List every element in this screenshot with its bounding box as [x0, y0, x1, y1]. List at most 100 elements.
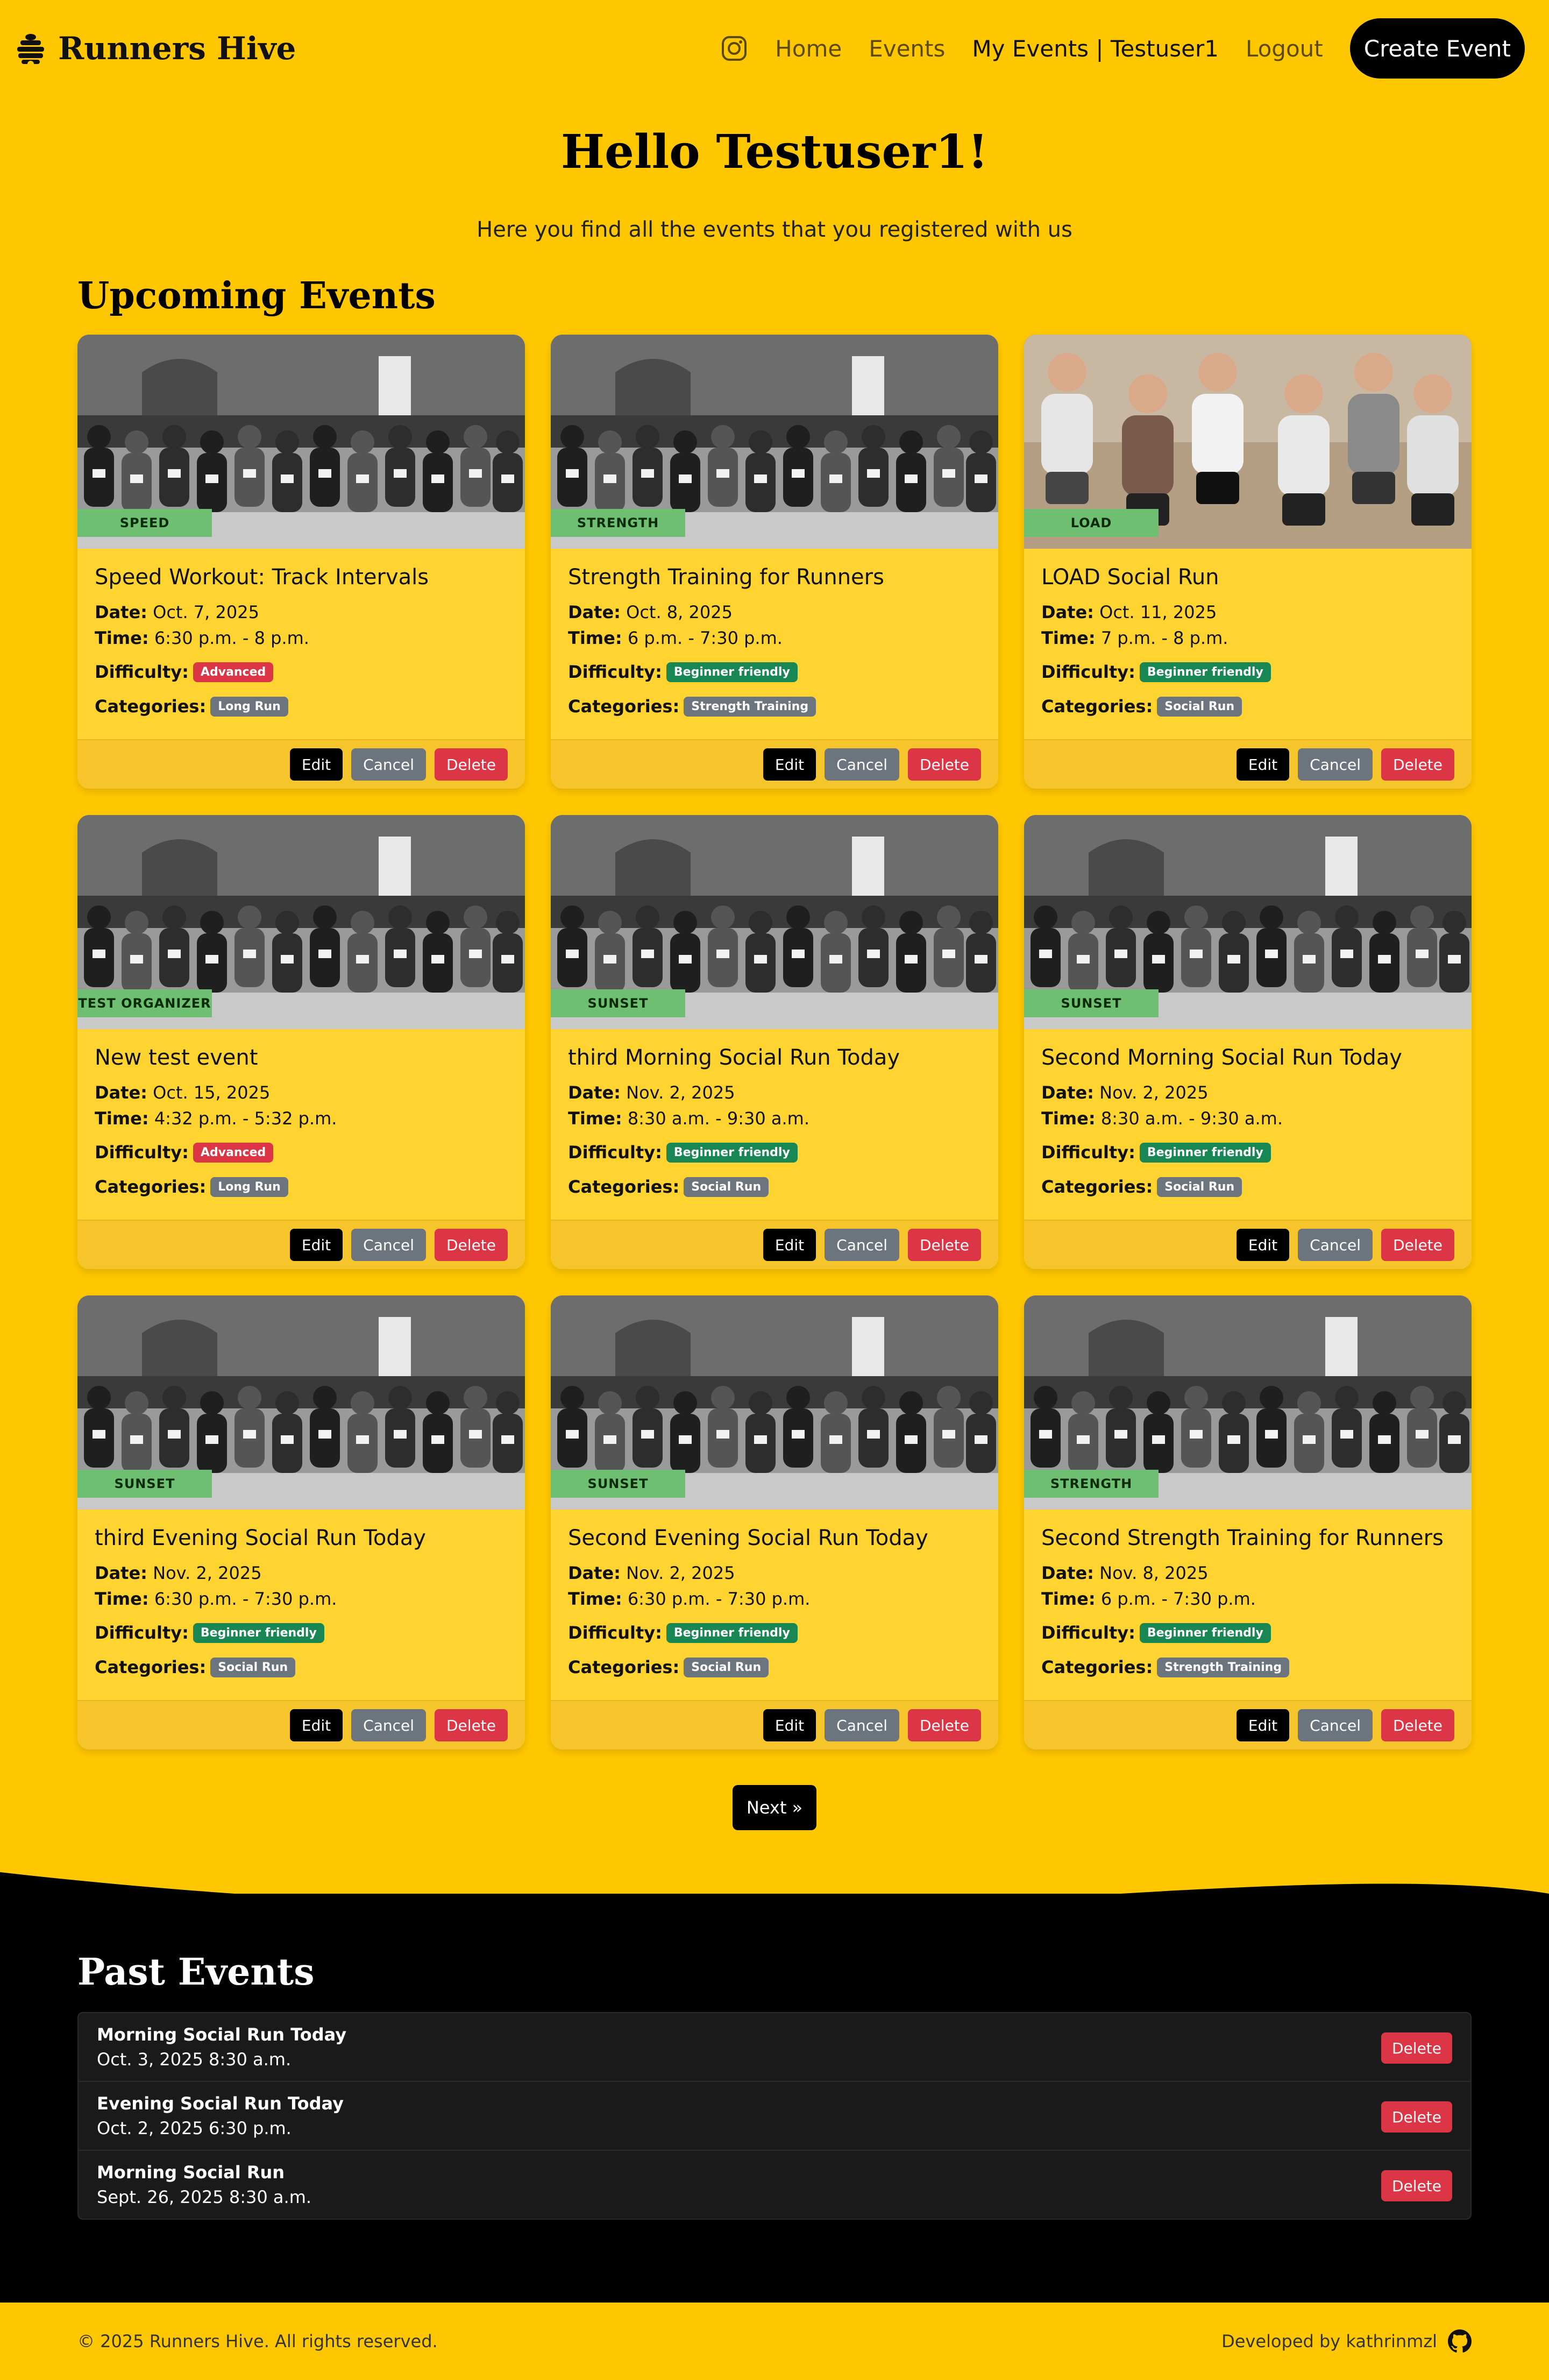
event-organizer-tag: SPEED [77, 509, 212, 537]
instagram-icon[interactable] [720, 34, 748, 62]
delete-button[interactable]: Delete [908, 1709, 981, 1741]
nav-my-events-link[interactable]: My Events | Testuser1 [972, 36, 1219, 62]
event-title[interactable]: Second Morning Social Run Today [1041, 1045, 1454, 1070]
footer-developer[interactable]: Developed by kathrinmzl [1221, 2331, 1437, 2351]
delete-button[interactable]: Delete [908, 748, 981, 781]
delete-button[interactable]: Delete [908, 1229, 981, 1261]
time-label: Time: [1041, 1108, 1096, 1129]
event-title[interactable]: third Evening Social Run Today [95, 1526, 508, 1550]
event-difficulty: Difficulty: Beginner friendly [568, 1619, 981, 1646]
event-card[interactable]: TEST ORGANIZER New test event Date: Oct. 1… [77, 815, 525, 1269]
difficulty-label: Difficulty: [1041, 1142, 1135, 1163]
event-categories: Categories: Strength Training [568, 693, 981, 720]
edit-button[interactable]: Edit [289, 1229, 343, 1261]
event-difficulty: Difficulty: Beginner friendly [568, 1139, 981, 1166]
nav-logout-link[interactable]: Logout [1246, 36, 1323, 62]
delete-button[interactable]: Delete [435, 748, 508, 781]
event-card[interactable]: STRENGTH Strength Training for Runners Dat… [551, 335, 998, 789]
date-value: Nov. 2, 2025 [626, 1082, 735, 1103]
delete-button[interactable]: Delete [1381, 748, 1454, 781]
event-title[interactable]: Strength Training for Runners [568, 565, 981, 590]
event-card[interactable]: SUNSET Second Morning Social Run Today Dat… [1024, 815, 1472, 1269]
edit-button[interactable]: Edit [763, 1709, 816, 1741]
delete-button[interactable]: Delete [435, 1709, 508, 1741]
edit-button[interactable]: Edit [1236, 1229, 1290, 1261]
event-card-body: third Evening Social Run Today Date: Nov.… [95, 1526, 508, 1681]
difficulty-label: Difficulty: [95, 662, 189, 682]
cancel-button[interactable]: Cancel [1298, 748, 1373, 781]
event-card[interactable]: SUNSET Second Evening Social Run Today Dat… [551, 1295, 998, 1749]
page-title: Hello Testuser1! [560, 125, 989, 179]
difficulty-badge: Advanced [193, 662, 274, 682]
edit-button[interactable]: Edit [289, 748, 343, 781]
brand[interactable]: Runners Hive [13, 30, 296, 67]
cancel-button[interactable]: Cancel [1298, 1229, 1373, 1261]
event-categories: Categories: Social Run [568, 1654, 981, 1681]
event-card-actions: Edit Cancel Delete [1024, 739, 1472, 789]
edit-button[interactable]: Edit [1236, 748, 1290, 781]
event-image-wrapper: STRENGTH [1024, 1295, 1472, 1510]
date-label: Date: [568, 602, 621, 622]
cancel-button[interactable]: Cancel [825, 1709, 899, 1741]
difficulty-label: Difficulty: [568, 662, 662, 682]
event-card-actions: Edit Cancel Delete [551, 1220, 998, 1269]
difficulty-label: Difficulty: [568, 1142, 662, 1163]
event-title[interactable]: Second Evening Social Run Today [568, 1526, 981, 1550]
event-title[interactable]: third Morning Social Run Today [568, 1045, 981, 1070]
cancel-button[interactable]: Cancel [825, 748, 899, 781]
difficulty-badge: Beginner friendly [193, 1623, 324, 1643]
past-events-heading: Past Events [77, 1951, 315, 1994]
nav-events-link[interactable]: Events [869, 36, 945, 62]
event-time: Time: 6:30 p.m. - 8 p.m. [95, 625, 508, 651]
delete-button[interactable]: Delete [1381, 1229, 1454, 1261]
difficulty-badge: Beginner friendly [666, 1142, 798, 1163]
create-event-button[interactable]: Create Event [1349, 18, 1525, 79]
event-card[interactable]: LOAD LOAD Social Run Date: Oct. 11, 2025 Ti… [1024, 335, 1472, 789]
github-icon[interactable] [1448, 2329, 1472, 2353]
category-badge: Social Run [684, 1177, 769, 1197]
event-card-actions: Edit Cancel Delete [77, 1220, 525, 1269]
edit-button[interactable]: Edit [1236, 1709, 1290, 1741]
event-card[interactable]: SUNSET third Evening Social Run Today Date… [77, 1295, 525, 1749]
date-label: Date: [95, 602, 147, 622]
event-difficulty: Difficulty: Beginner friendly [1041, 1619, 1454, 1646]
time-value: 8:30 a.m. - 9:30 a.m. [1100, 1108, 1283, 1129]
nav-home-link[interactable]: Home [775, 36, 842, 62]
event-card[interactable]: SUNSET third Morning Social Run Today Date… [551, 815, 998, 1269]
event-date: Date: Nov. 2, 2025 [568, 1560, 981, 1586]
cancel-button[interactable]: Cancel [351, 1709, 426, 1741]
event-title[interactable]: Speed Workout: Track Intervals [95, 565, 508, 590]
delete-button[interactable]: Delete [435, 1229, 508, 1261]
past-event-datetime: Oct. 2, 2025 6:30 p.m. [97, 2118, 292, 2138]
cancel-button[interactable]: Cancel [825, 1229, 899, 1261]
time-value: 7 p.m. - 8 p.m. [1100, 628, 1228, 648]
event-card[interactable]: SPEED Speed Workout: Track Intervals Date:… [77, 335, 525, 789]
event-card-actions: Edit Cancel Delete [1024, 1700, 1472, 1749]
past-event-item: Evening Social Run Today Oct. 2, 2025 6:… [79, 2082, 1470, 2151]
event-title[interactable]: New test event [95, 1045, 508, 1070]
past-event-datetime: Sept. 26, 2025 8:30 a.m. [97, 2187, 312, 2207]
event-time: Time: 6:30 p.m. - 7:30 p.m. [95, 1586, 508, 1612]
delete-button[interactable]: Delete [1381, 1709, 1454, 1741]
pagination-next-button[interactable]: Next » [733, 1785, 816, 1830]
edit-button[interactable]: Edit [763, 1229, 816, 1261]
time-value: 8:30 a.m. - 9:30 a.m. [627, 1108, 810, 1129]
past-event-delete-button[interactable]: Delete [1381, 2032, 1452, 2064]
event-title[interactable]: Second Strength Training for Runners [1041, 1526, 1454, 1550]
edit-button[interactable]: Edit [289, 1709, 343, 1741]
event-date: Date: Nov. 2, 2025 [1041, 1080, 1454, 1106]
cancel-button[interactable]: Cancel [351, 1229, 426, 1261]
event-card[interactable]: STRENGTH Second Strength Training for Run… [1024, 1295, 1472, 1749]
event-card-actions: Edit Cancel Delete [551, 739, 998, 789]
past-event-delete-button[interactable]: Delete [1381, 2101, 1452, 2133]
time-value: 6 p.m. - 7:30 p.m. [1100, 1589, 1256, 1609]
event-title[interactable]: LOAD Social Run [1041, 565, 1454, 590]
edit-button[interactable]: Edit [763, 748, 816, 781]
difficulty-label: Difficulty: [1041, 1623, 1135, 1643]
past-event-delete-button[interactable]: Delete [1381, 2170, 1452, 2201]
cancel-button[interactable]: Cancel [1298, 1709, 1373, 1741]
cancel-button[interactable]: Cancel [351, 748, 426, 781]
time-label: Time: [95, 628, 149, 648]
date-label: Date: [1041, 1563, 1094, 1583]
date-label: Date: [568, 1563, 621, 1583]
